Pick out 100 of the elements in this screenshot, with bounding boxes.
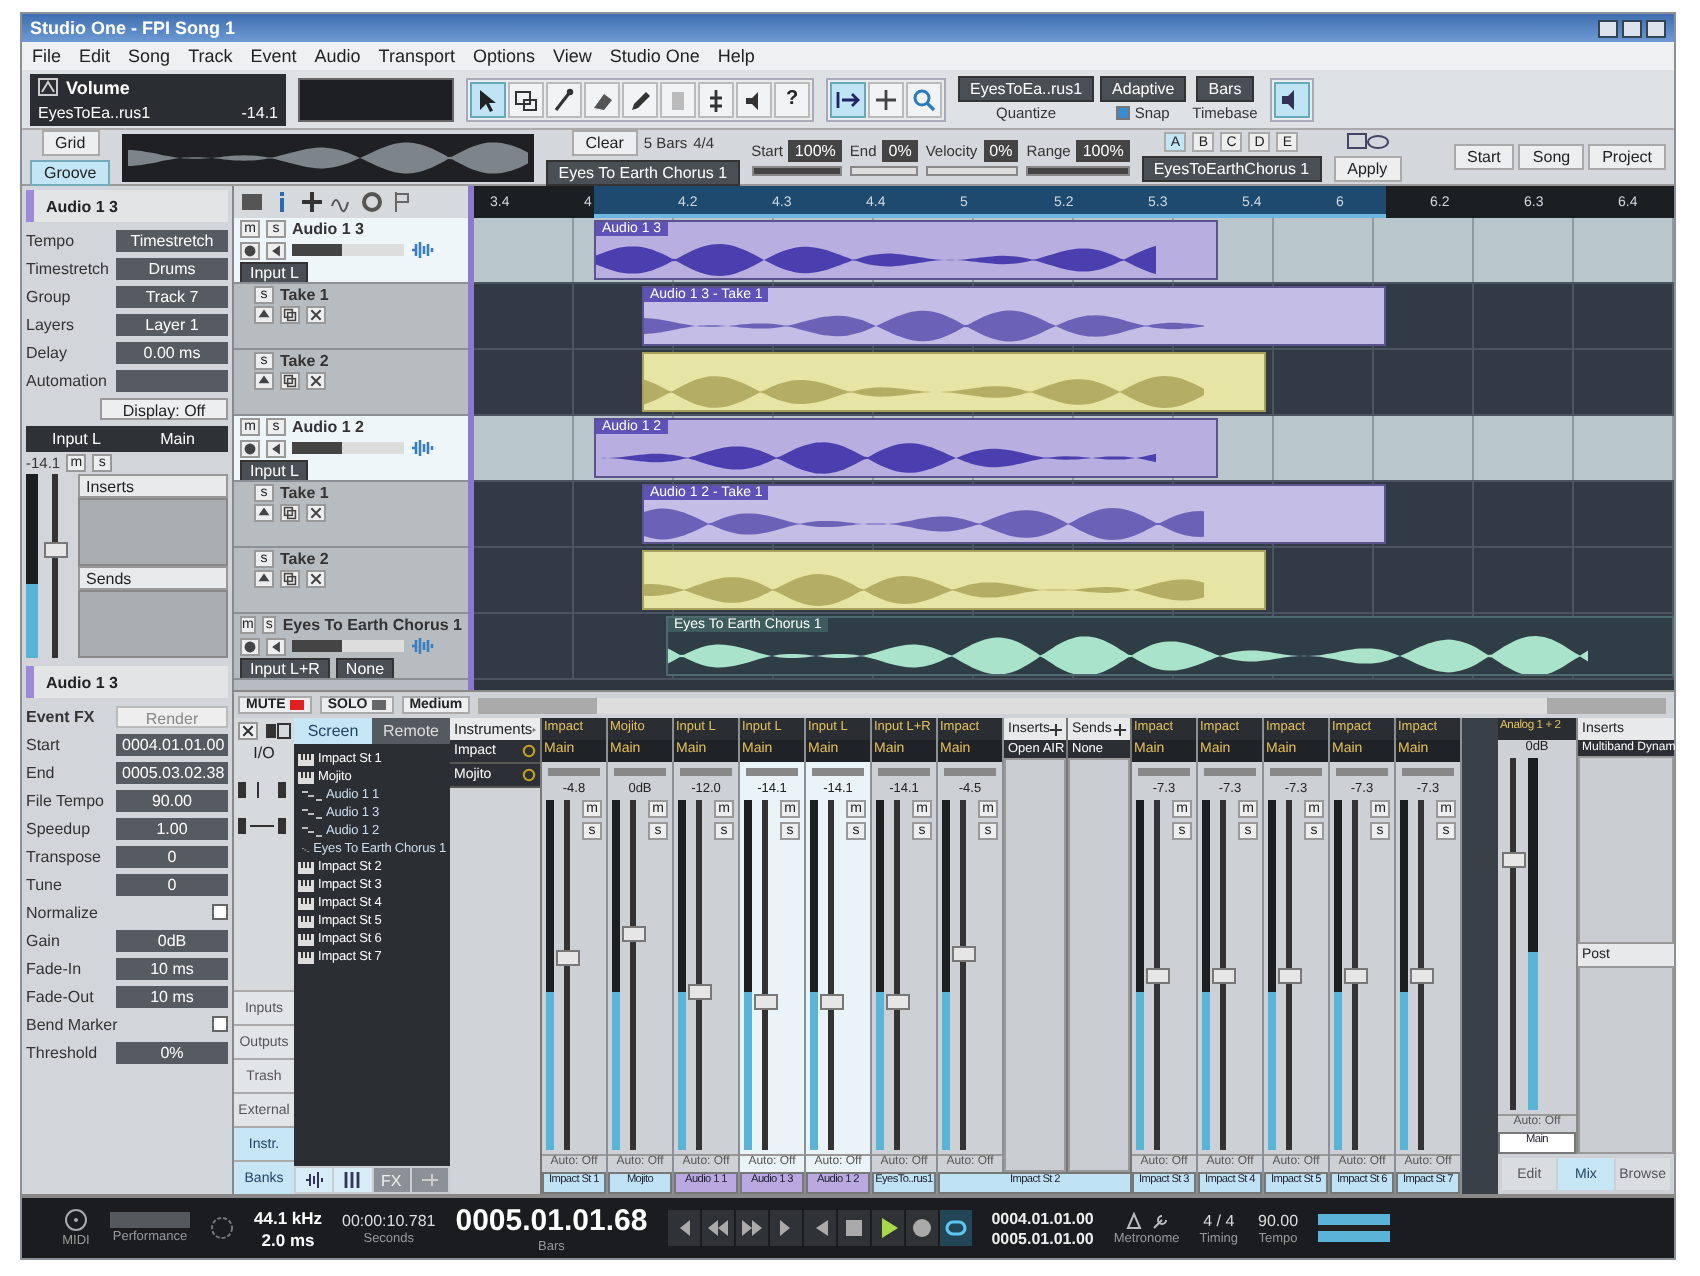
target-dropdown[interactable]: EyesToEarthChorus 1 [1141,156,1322,182]
menu-item[interactable]: Song [128,46,171,66]
snap-checkbox[interactable] [1116,106,1131,120]
track-volume-bar[interactable] [292,244,404,256]
menu-item[interactable]: View [553,46,592,66]
transport-button[interactable] [803,1210,836,1246]
page-button[interactable]: Song [1518,144,1585,170]
transport-button[interactable] [769,1210,802,1246]
fader-thumb[interactable] [952,946,976,963]
view-tab[interactable] [334,1168,371,1192]
menu-item[interactable]: Help [717,46,755,66]
pan-slider[interactable] [878,768,930,776]
value-field[interactable]: 0004.01.01.00 [116,733,228,755]
value-field[interactable]: 0dB [116,929,228,951]
transport-button[interactable] [905,1210,938,1246]
fader-thumb[interactable] [1344,967,1368,983]
menu-item[interactable]: Event [250,46,297,66]
fader-thumb[interactable] [688,983,712,1000]
pan-slider[interactable] [944,768,996,776]
inserts-header[interactable]: Inserts [78,474,228,498]
audio-clip[interactable] [642,352,1266,412]
grid-tab[interactable]: Grid [41,129,100,155]
pan-slider[interactable] [1138,768,1190,776]
pan-slider[interactable] [1336,768,1388,776]
menu-item[interactable]: Options [472,46,535,66]
menu-item[interactable]: Edit [79,46,111,66]
menu-item[interactable]: Track [188,46,233,66]
tool-button[interactable] [546,81,582,117]
fader-thumb[interactable] [754,993,778,1010]
loop-button[interactable] [1273,81,1310,117]
menu-item[interactable]: File [32,46,62,66]
snap-button[interactable] [830,81,866,117]
audio-clip[interactable] [642,550,1266,610]
pan-slider[interactable] [1402,768,1454,776]
menu-item[interactable]: Transport [378,46,455,66]
value-field[interactable]: Timestretch [116,229,228,251]
pan-slider[interactable] [680,768,732,776]
io-dropdown[interactable]: I/O [253,744,275,762]
page-button[interactable]: Project [1588,144,1666,170]
snap-button[interactable] [868,81,904,117]
input-dropdown[interactable]: Input L [240,460,309,480]
fader-thumb[interactable] [1212,967,1236,983]
pan-slider[interactable] [1270,768,1322,776]
transport-button[interactable] [837,1210,870,1246]
value-field[interactable] [116,369,228,391]
pan-slider[interactable] [614,768,666,776]
view-tab[interactable] [296,1168,333,1192]
fader-thumb[interactable] [622,926,646,943]
fader-thumb[interactable] [1278,967,1302,983]
transport-button[interactable] [939,1210,972,1246]
output-dropdown[interactable]: None [335,658,395,678]
value-field[interactable]: 10 ms [116,985,228,1007]
pan-slider[interactable] [1204,768,1256,776]
pan-slider[interactable] [746,768,798,776]
fader-thumb[interactable] [556,950,580,967]
menu-item[interactable]: Studio One [609,46,700,66]
input-dropdown[interactable]: Input L+R [240,658,330,678]
value-field[interactable]: 10 ms [116,957,228,979]
value-field[interactable]: Layer 1 [116,313,228,335]
grid-tab[interactable]: Groove [30,159,111,185]
tool-button[interactable] [736,81,772,117]
transport-button[interactable] [701,1210,734,1246]
pan-slider[interactable] [812,768,864,776]
maximize-icon[interactable] [1622,19,1642,37]
value-field[interactable]: Track 7 [116,285,228,307]
param-slider[interactable] [925,165,1019,175]
page-button[interactable]: Start [1453,144,1515,170]
fader-thumb[interactable] [1410,967,1434,983]
input-label[interactable]: Input L [26,426,127,452]
track-volume-bar[interactable] [292,640,404,652]
value-field[interactable]: 0.00 ms [116,341,228,363]
timebase-dropdown[interactable]: Bars [1196,76,1254,102]
fader-thumb[interactable] [820,993,844,1010]
output-label[interactable]: Main [127,426,228,452]
checkbox[interactable] [212,904,228,920]
horizontal-scrollbar[interactable] [478,697,1666,713]
param-slider[interactable] [849,165,918,175]
fader-thumb[interactable] [1502,852,1526,869]
value-field[interactable]: 0% [116,1041,228,1063]
console-tab[interactable]: Remote [372,718,450,744]
value-field[interactable]: 90.00 [116,789,228,811]
fader-track[interactable] [1502,758,1526,1110]
sends-header[interactable]: Sends [78,566,228,590]
tool-button[interactable] [698,81,734,117]
input-dropdown[interactable]: Input L [240,262,309,282]
pan-slider[interactable] [548,768,600,776]
value-field[interactable]: 1.00 [116,817,228,839]
clear-button[interactable]: Clear [571,129,638,155]
transport-button[interactable] [871,1210,904,1246]
value-field[interactable]: 0 [116,845,228,867]
tool-button[interactable] [622,81,658,117]
fader-thumb[interactable] [44,541,68,558]
tool-button[interactable] [584,81,620,117]
close-icon[interactable] [1646,19,1666,37]
help-button[interactable]: ? [774,81,810,117]
dropdown-field[interactable] [298,77,454,121]
minimize-icon[interactable] [1598,19,1618,37]
tool-button[interactable] [508,81,544,117]
event-fx-label[interactable]: Event FX [26,707,95,725]
menu-item[interactable]: Audio [314,46,361,66]
